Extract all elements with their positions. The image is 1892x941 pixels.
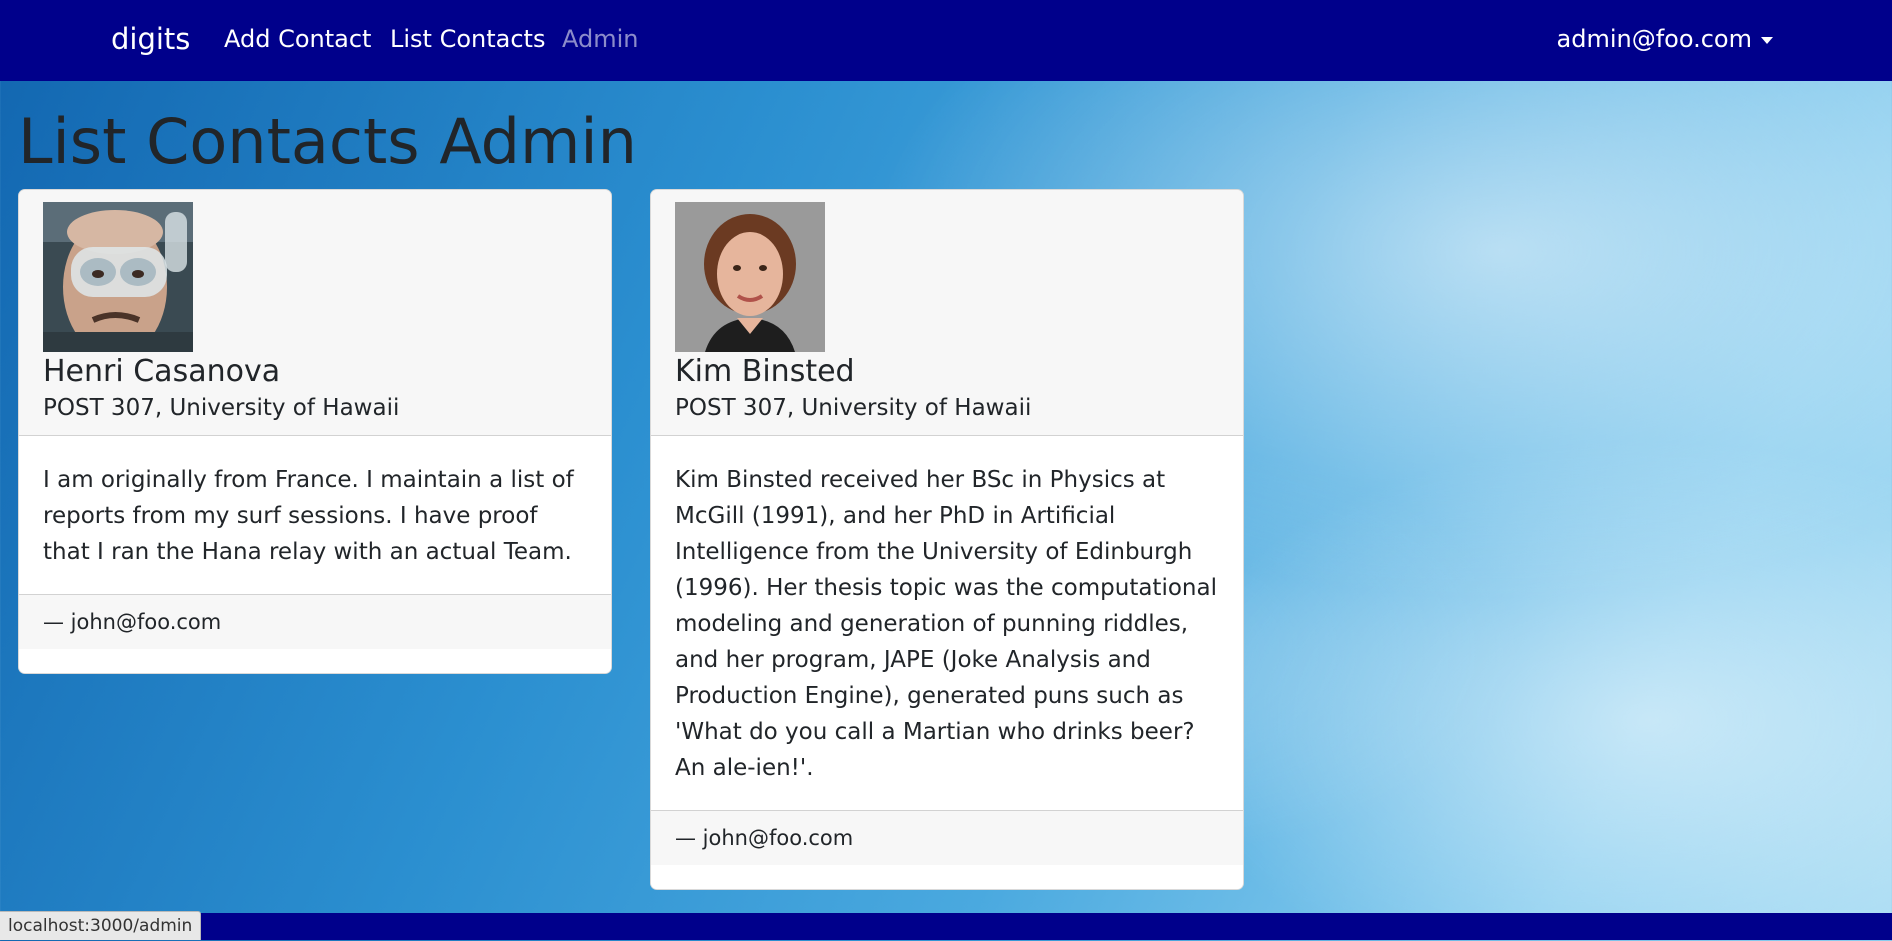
nav-add-contact[interactable]: Add Contact xyxy=(224,23,371,55)
contact-address: POST 307, University of Hawaii xyxy=(43,395,400,421)
nav-list-contacts[interactable]: List Contacts xyxy=(390,23,545,55)
contact-name: Henri Casanova xyxy=(43,354,281,389)
contact-description: I am originally from France. I maintain … xyxy=(43,467,574,565)
user-email: admin@foo.com xyxy=(1556,25,1752,53)
page-title: List Contacts Admin xyxy=(18,105,637,178)
contact-address: POST 307, University of Hawaii xyxy=(675,395,1032,421)
card-header: Kim Binsted POST 307, University of Hawa… xyxy=(651,190,1243,436)
top-navbar: digits Add Contact List Contacts Admin a… xyxy=(0,0,1892,81)
contact-card: Henri Casanova POST 307, University of H… xyxy=(18,189,612,674)
status-bar-url: localhost:3000/admin xyxy=(0,911,202,940)
contact-name: Kim Binsted xyxy=(675,354,855,389)
contact-card: Kim Binsted POST 307, University of Hawa… xyxy=(650,189,1244,890)
contact-description: Kim Binsted received her BSc in Physics … xyxy=(675,467,1217,781)
nav-admin[interactable]: Admin xyxy=(562,23,639,55)
user-dropdown[interactable]: admin@foo.com xyxy=(1557,23,1773,55)
brand-link[interactable]: digits xyxy=(111,20,190,58)
contact-owner: — john@foo.com xyxy=(19,594,611,649)
page-footer-bar xyxy=(0,913,1892,940)
card-header: Henri Casanova POST 307, University of H… xyxy=(19,190,611,436)
contact-photo xyxy=(675,202,825,352)
caret-down-icon xyxy=(1761,36,1773,44)
contact-photo xyxy=(43,202,193,352)
contact-owner: — john@foo.com xyxy=(651,810,1243,865)
